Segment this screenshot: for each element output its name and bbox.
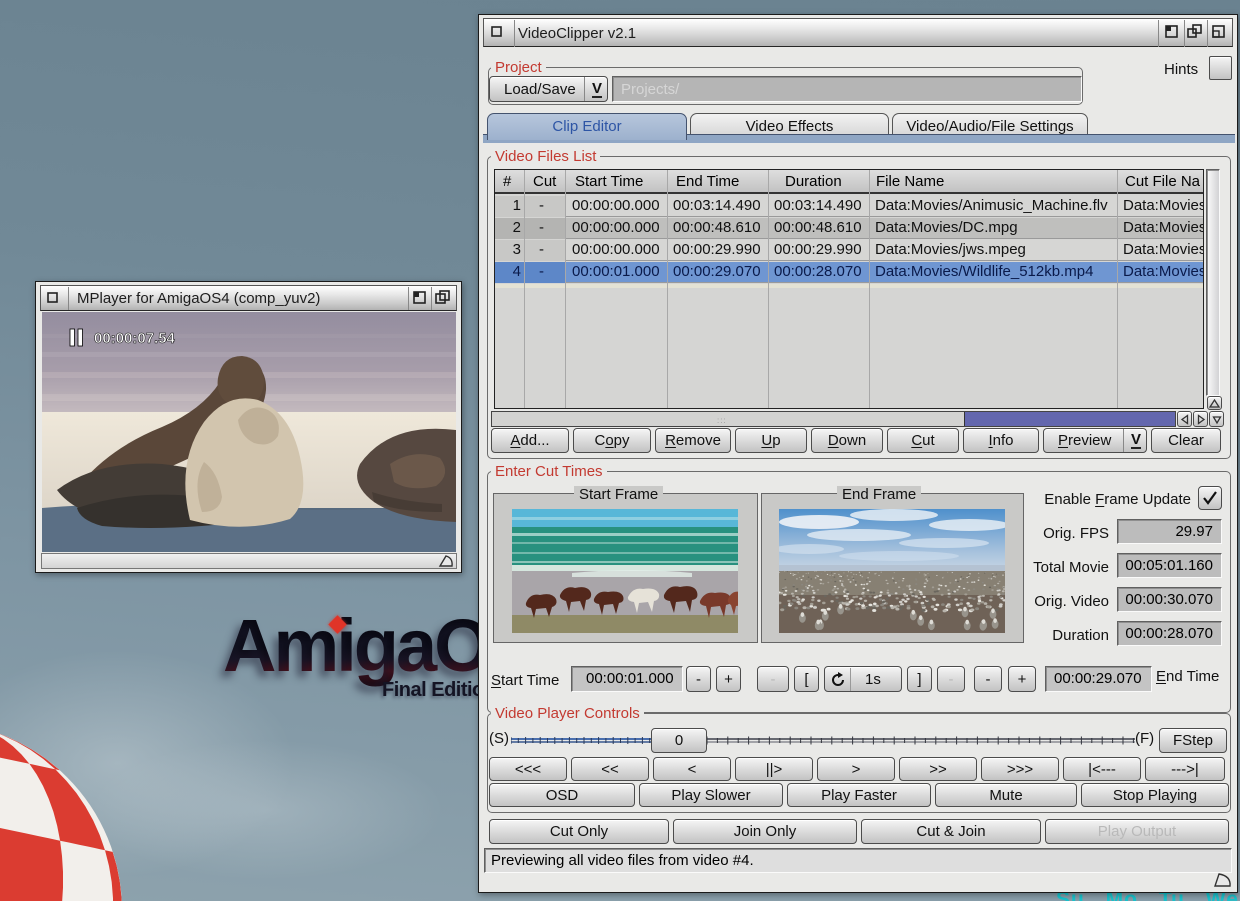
svg-text:00:00:07.54: 00:00:07.54 (94, 330, 176, 347)
